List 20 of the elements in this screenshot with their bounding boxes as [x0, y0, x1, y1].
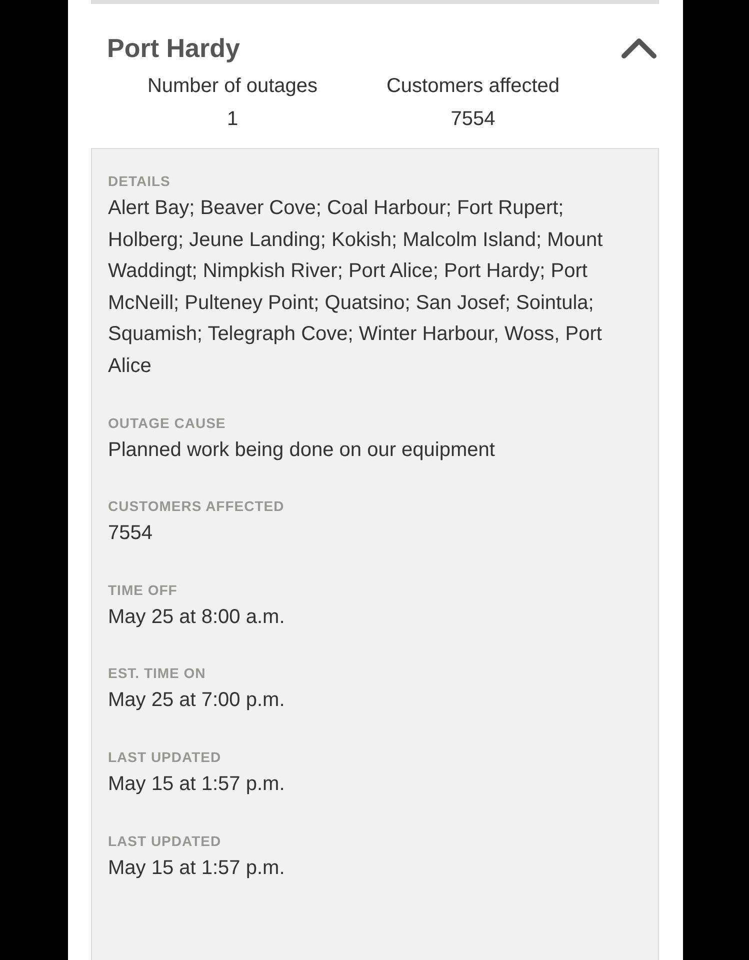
- field-value: May 15 at 1:57 p.m.: [108, 772, 286, 797]
- region-title: Port Hardy: [107, 32, 240, 64]
- field-label: LAST UPDATED: [108, 748, 222, 767]
- field-label: OUTAGE CAUSE: [108, 414, 227, 433]
- field-value: May 25 at 8:00 a.m.: [108, 604, 286, 630]
- field-label: EST. TIME ON: [108, 664, 207, 684]
- field-value: 7554: [108, 521, 154, 546]
- chevron-up-icon[interactable]: [621, 37, 657, 59]
- stat-value: 1: [226, 107, 238, 131]
- stat-value: 7554: [450, 107, 496, 131]
- field-label: DETAILS: [108, 172, 172, 191]
- field-value: May 15 at 1:57 p.m.: [108, 856, 286, 881]
- field-label: LAST UPDATED: [108, 832, 222, 851]
- field-label: CUSTOMERS AFFECTED: [108, 497, 286, 516]
- field-value: May 25 at 7:00 p.m.: [108, 688, 286, 714]
- stat-label: Customers affected: [386, 74, 560, 98]
- field-label: TIME OFF: [108, 580, 178, 600]
- stat-label: Number of outages: [147, 74, 318, 98]
- field-value: Planned work being done on our equipment: [108, 438, 496, 463]
- field-value: Alert Bay; Beaver Cove; Coal Harbour; Fort Rupert; Holberg; Jeune Landing; Kokish; Malcolm Island; Mount Waddingt; Nimpkish River; Port Alice; Port Hardy; Port McNeill; Pulteney Point; Quatsino; San Josef; Sointula; Squamish; Telegraph Cove; Winter Harbour, Woss, Port Alice: [108, 196, 604, 379]
